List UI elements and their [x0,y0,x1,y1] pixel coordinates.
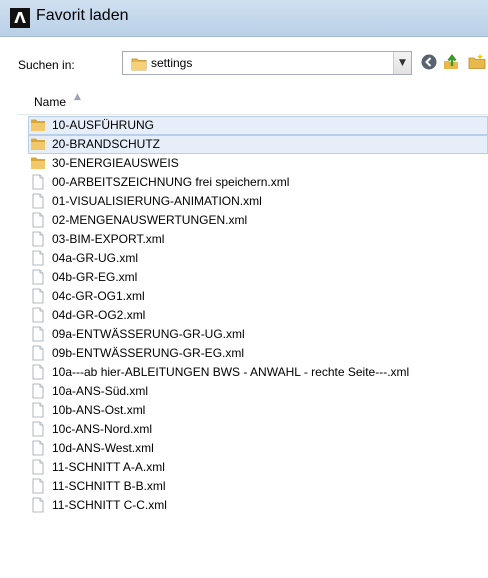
item-name: 10-AUSFÜHRUNG [52,118,155,132]
file-icon [30,307,46,323]
file-item[interactable]: 10a-ANS-Süd.xml [28,382,488,401]
file-icon [30,174,46,190]
title-bar[interactable]: Λ Favorit laden [0,0,488,37]
item-name: 30-ENERGIEAUSWEIS [52,156,179,170]
up-folder-icon[interactable] [442,53,460,71]
file-item[interactable]: 10c-ANS-Nord.xml [28,420,488,439]
file-icon [30,269,46,285]
look-in-value: settings [151,56,193,70]
file-icon [30,193,46,209]
file-icon [30,250,46,266]
file-icon [30,383,46,399]
file-icon [30,459,46,475]
app-logo-icon: Λ [10,8,30,28]
item-name: 10a-ANS-Süd.xml [52,384,149,398]
look-in-dropdown[interactable]: settings ▼ [122,51,412,75]
file-item[interactable]: 10b-ANS-Ost.xml [28,401,488,420]
item-name: 11-SCHNITT B-B.xml [52,479,166,493]
item-name: 09a-ENTWÄSSERUNG-GR-UG.xml [52,327,245,341]
item-name: 11-SCHNITT C-C.xml [52,498,167,512]
file-item[interactable]: 02-MENGENAUSWERTUNGEN.xml [28,211,488,230]
item-name: 04a-GR-UG.xml [52,251,139,265]
file-icon [30,402,46,418]
new-folder-icon[interactable] [468,53,486,71]
file-item[interactable]: 04a-GR-UG.xml [28,249,488,268]
file-item[interactable]: 04d-GR-OG2.xml [28,306,488,325]
file-icon [30,497,46,513]
list-header: Name ▲ [18,92,488,115]
item-name: 02-MENGENAUSWERTUNGEN.xml [52,213,248,227]
item-name: 09b-ENTWÄSSERUNG-GR-EG.xml [52,346,245,360]
file-item[interactable]: 03-BIM-EXPORT.xml [28,230,488,249]
file-item[interactable]: 10a---ab hier-ABLEITUNGEN BWS - ANWAHL -… [28,363,488,382]
item-name: 10a---ab hier-ABLEITUNGEN BWS - ANWAHL -… [52,365,410,379]
file-item[interactable]: 04c-GR-OG1.xml [28,287,488,306]
item-name: 00-ARBEITSZEICHNUNG frei speichern.xml [52,175,290,189]
file-icon [30,212,46,228]
file-icon [30,326,46,342]
item-name: 03-BIM-EXPORT.xml [52,232,165,246]
file-item[interactable]: 00-ARBEITSZEICHNUNG frei speichern.xml [28,173,488,192]
file-item[interactable]: 11-SCHNITT A-A.xml [28,458,488,477]
item-name: 10c-ANS-Nord.xml [52,422,153,436]
item-name: 04c-GR-OG1.xml [52,289,145,303]
window-title: Favorit laden [36,7,129,24]
file-icon [30,478,46,494]
item-name: 10b-ANS-Ost.xml [52,403,146,417]
folder-item[interactable]: 20-BRANDSCHUTZ [28,135,488,154]
file-item[interactable]: 11-SCHNITT B-B.xml [28,477,488,496]
file-item[interactable]: 01-VISUALISIERUNG-ANIMATION.xml [28,192,488,211]
file-list[interactable]: 10-AUSFÜHRUNG 20-BRANDSCHUTZ 30-ENERGIEAUS… [28,116,488,515]
folder-icon [131,56,147,75]
look-in-label: Suchen in: [18,58,75,72]
sort-ascending-icon: ▲ [74,92,81,102]
folder-item[interactable]: 10-AUSFÜHRUNG [28,116,488,135]
item-name: 10d-ANS-West.xml [52,441,154,455]
file-icon [30,231,46,247]
item-name: 11-SCHNITT A-A.xml [52,460,165,474]
file-item[interactable]: 09a-ENTWÄSSERUNG-GR-UG.xml [28,325,488,344]
file-icon [30,345,46,361]
folder-icon [30,117,46,133]
chevron-down-icon[interactable]: ▼ [393,52,411,74]
file-item[interactable]: 11-SCHNITT C-C.xml [28,496,488,515]
folder-icon [30,136,46,152]
item-name: 04b-GR-EG.xml [52,270,138,284]
back-icon[interactable] [420,53,438,71]
file-icon [30,440,46,456]
file-icon [30,288,46,304]
file-icon [30,421,46,437]
file-item[interactable]: 04b-GR-EG.xml [28,268,488,287]
folder-icon [30,155,46,171]
folder-item[interactable]: 30-ENERGIEAUSWEIS [28,154,488,173]
file-item[interactable]: 10d-ANS-West.xml [28,439,488,458]
column-header-name[interactable]: Name [34,95,66,109]
file-icon [30,364,46,380]
item-name: 01-VISUALISIERUNG-ANIMATION.xml [52,194,262,208]
file-item[interactable]: 09b-ENTWÄSSERUNG-GR-EG.xml [28,344,488,363]
item-name: 20-BRANDSCHUTZ [52,137,161,151]
item-name: 04d-GR-OG2.xml [52,308,146,322]
